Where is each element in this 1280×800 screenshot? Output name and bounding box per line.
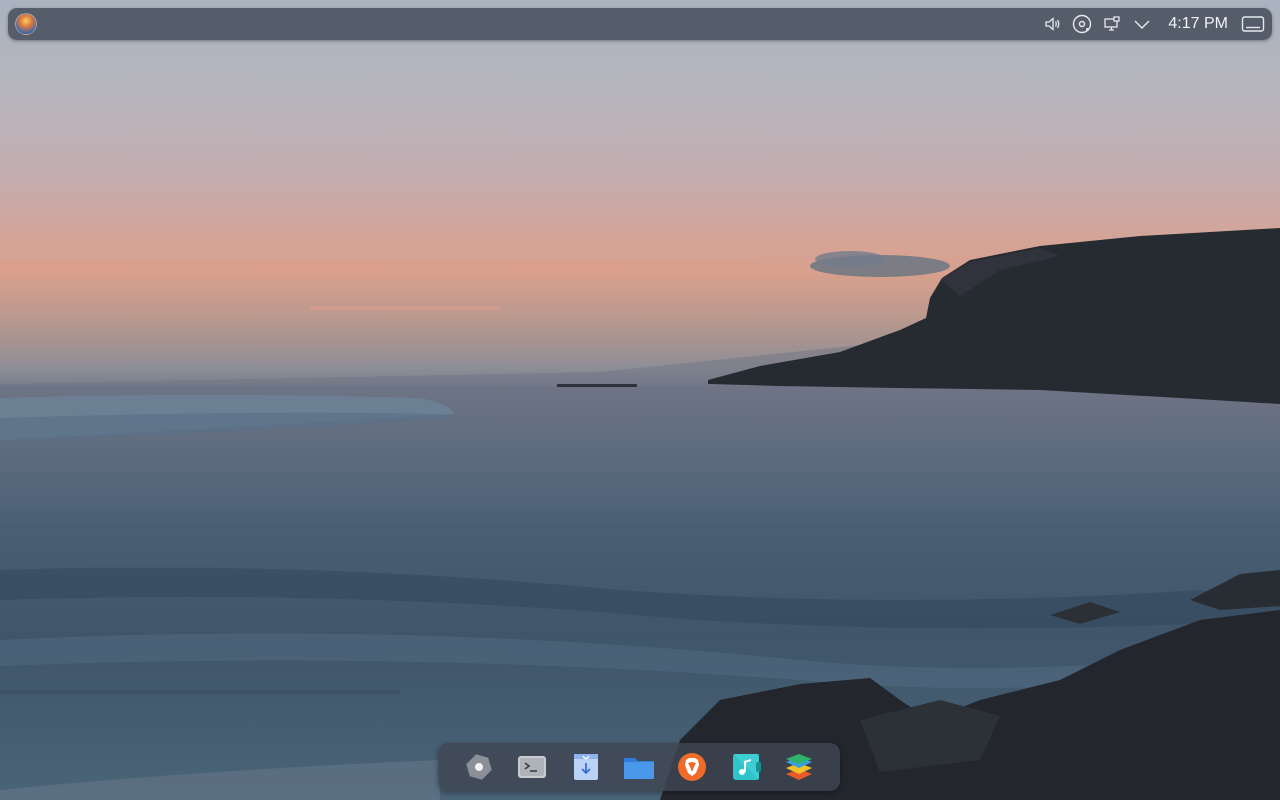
brave-browser-icon[interactable] xyxy=(676,751,708,783)
clock[interactable]: 4:17 PM xyxy=(1162,15,1230,33)
desktop: 4:17 PM xyxy=(0,0,1280,800)
installer-icon[interactable] xyxy=(570,751,602,783)
top-panel: 4:17 PM xyxy=(8,8,1272,40)
volume-icon[interactable] xyxy=(1042,14,1062,34)
distro-logo-icon[interactable] xyxy=(15,13,37,35)
music-player-icon[interactable] xyxy=(730,751,762,783)
settings-icon[interactable] xyxy=(463,751,495,783)
terminal-icon[interactable] xyxy=(516,751,548,783)
layers-app-icon[interactable] xyxy=(783,751,815,783)
keyboard-icon[interactable] xyxy=(1240,14,1266,34)
file-manager-icon[interactable] xyxy=(623,751,655,783)
display-icon[interactable] xyxy=(1102,14,1122,34)
disc-icon[interactable] xyxy=(1072,14,1092,34)
wallpaper xyxy=(0,228,1280,800)
system-tray: 4:17 PM xyxy=(1042,8,1266,40)
dock xyxy=(438,743,840,791)
chevron-down-icon[interactable] xyxy=(1132,14,1152,34)
